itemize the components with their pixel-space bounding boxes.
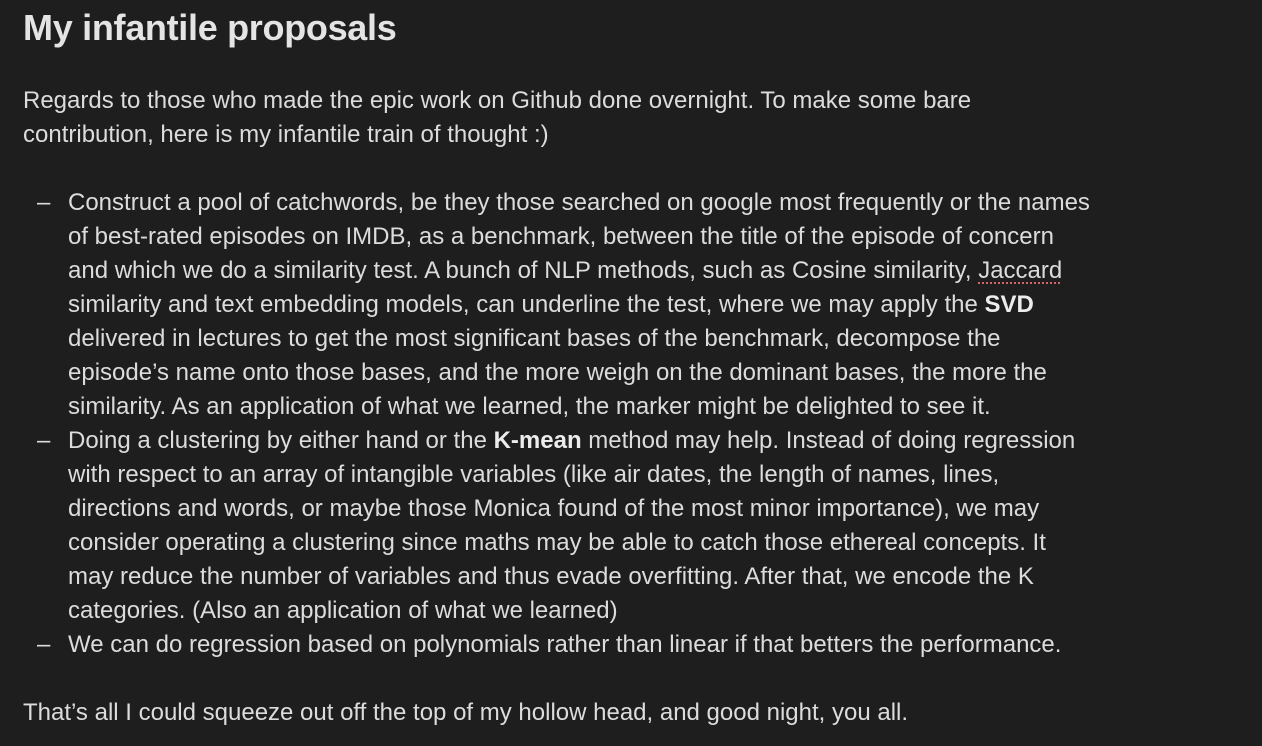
spellcheck-flagged-word[interactable]: Jaccard xyxy=(978,257,1062,284)
item-line: delivered in lectures to get the most si… xyxy=(68,325,1001,352)
item-line: consider operating a clustering since ma… xyxy=(68,529,1046,556)
item-line: similarity. As an application of what we… xyxy=(68,393,991,420)
item-text: and which we do a similarity test. A bun… xyxy=(68,257,979,284)
item-line: and which we do a similarity test. A bun… xyxy=(68,254,1090,288)
item-line: may reduce the number of variables and t… xyxy=(68,563,1034,590)
intro-paragraph: Regards to those who made the epic work … xyxy=(23,84,971,152)
item-line: episode’s name onto those bases, and the… xyxy=(68,359,1047,386)
proposal-list: – Construct a pool of catchwords, be the… xyxy=(23,186,1090,662)
page-title: My infantile proposals xyxy=(23,7,397,48)
item-line: We can do regression based on polynomial… xyxy=(68,631,1062,658)
intro-line: contribution, here is my infantile train… xyxy=(23,121,549,148)
item-text: method may help. Instead of doing regres… xyxy=(581,427,1076,454)
bold-term: K-mean xyxy=(493,427,582,454)
item-text: similarity and text embedding models, ca… xyxy=(68,291,985,318)
item-line: of best-rated episodes on IMDB, as a ben… xyxy=(68,223,1054,250)
bullet-marker: – xyxy=(37,189,51,216)
bullet-marker: – xyxy=(37,631,51,658)
list-item: – We can do regression based on polynomi… xyxy=(23,628,1090,662)
item-line: Doing a clustering by either hand or the… xyxy=(68,424,1090,458)
intro-line: Regards to those who made the epic work … xyxy=(23,87,972,114)
item-text: Doing a clustering by either hand or the xyxy=(68,427,494,454)
item-line: Construct a pool of catchwords, be they … xyxy=(68,189,1090,216)
list-item: – Construct a pool of catchwords, be the… xyxy=(23,186,1090,424)
list-item: – Doing a clustering by either hand or t… xyxy=(23,424,1090,628)
item-line: categories. (Also an application of what… xyxy=(68,597,618,624)
closing-paragraph: That’s all I could squeeze out off the t… xyxy=(23,699,909,726)
bullet-marker: – xyxy=(37,427,51,454)
item-line: with respect to an array of intangible v… xyxy=(68,461,1000,488)
bold-term: SVD xyxy=(984,291,1034,318)
item-line: directions and words, or maybe those Mon… xyxy=(68,495,1040,522)
item-line: similarity and text embedding models, ca… xyxy=(68,288,1090,322)
